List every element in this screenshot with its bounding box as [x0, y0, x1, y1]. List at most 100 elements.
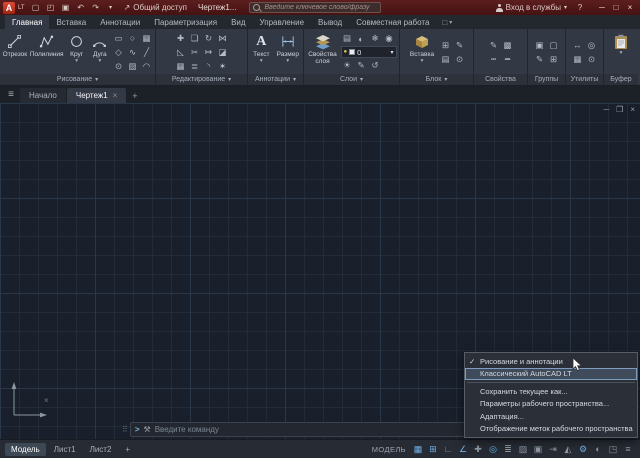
- group-icon[interactable]: ▣: [533, 39, 546, 52]
- selection-cycling-icon[interactable]: ▣: [531, 442, 545, 456]
- search-input[interactable]: [264, 4, 377, 11]
- ribbon-tab[interactable]: Совместная работа: [349, 15, 436, 29]
- open-icon[interactable]: ◰: [45, 2, 57, 14]
- tab-close-icon[interactable]: ×: [113, 91, 118, 100]
- point-tool-icon[interactable]: ⊙: [112, 60, 125, 73]
- array-tool-icon[interactable]: ▦: [174, 60, 187, 73]
- calculator-icon[interactable]: ▦: [571, 53, 584, 66]
- copy-tool-icon[interactable]: ❏: [188, 32, 201, 45]
- share-button[interactable]: ↗ Общий доступ: [120, 2, 191, 14]
- trim-tool-icon[interactable]: ✂: [188, 46, 201, 59]
- command-line[interactable]: ⠿ > ⚒: [122, 422, 470, 437]
- scale-tool-icon[interactable]: ◺: [174, 46, 187, 59]
- clean-screen-icon[interactable]: ◳: [606, 442, 620, 456]
- construction-line-tool-icon[interactable]: ╱: [140, 46, 153, 59]
- tab-start[interactable]: Начало: [20, 88, 66, 103]
- arc-button[interactable]: Дуга ▾: [90, 30, 110, 74]
- osnap-tracking-icon[interactable]: ✚: [471, 442, 485, 456]
- layer-match-icon[interactable]: ✎: [355, 59, 368, 72]
- draw-panel-label[interactable]: Рисование ▾: [0, 74, 155, 85]
- text-button[interactable]: A Текст ▾: [250, 30, 273, 74]
- move-tool-icon[interactable]: ✚: [174, 32, 187, 45]
- maximize-button[interactable]: □: [609, 1, 623, 14]
- stretch-tool-icon[interactable]: ↦: [202, 46, 215, 59]
- layer-previous-icon[interactable]: ↺: [369, 59, 382, 72]
- erase-tool-icon[interactable]: ◪: [216, 46, 229, 59]
- layer-properties-button[interactable]: Свойства слоя: [307, 30, 339, 74]
- close-button[interactable]: ×: [623, 1, 637, 14]
- customization-icon[interactable]: ≡: [621, 442, 635, 456]
- properties-panel-label[interactable]: Свойства: [474, 74, 527, 85]
- viewport-close-icon[interactable]: ×: [630, 105, 635, 114]
- workspace-gear-icon[interactable]: ⚙: [576, 442, 590, 456]
- new-drawing-icon[interactable]: ▢: [30, 2, 42, 14]
- match-properties-icon[interactable]: ✎: [487, 39, 500, 52]
- ribbon-tab[interactable]: Вид: [224, 15, 252, 29]
- quick-select-icon[interactable]: ◎: [585, 39, 598, 52]
- annotation-panel-label[interactable]: Аннотации ▾: [248, 74, 303, 85]
- save-icon[interactable]: ▣: [60, 2, 72, 14]
- polar-tracking-icon[interactable]: ∠: [456, 442, 470, 456]
- measure-icon[interactable]: ↔: [571, 39, 584, 52]
- explode-tool-icon[interactable]: ✶: [216, 60, 229, 73]
- spline-tool-icon[interactable]: ∿: [126, 46, 139, 59]
- groups-panel-label[interactable]: Группы: [528, 74, 565, 85]
- annotation-scale-icon[interactable]: ◭: [561, 442, 575, 456]
- polyline-button[interactable]: Полилиния: [30, 30, 64, 74]
- layer-freeze-icon[interactable]: ❄: [369, 32, 382, 45]
- qat-dropdown-icon[interactable]: ▾: [105, 2, 117, 14]
- signin-button[interactable]: Вход в службы ▾: [492, 2, 571, 14]
- dynamic-input-icon[interactable]: ⇥: [546, 442, 560, 456]
- create-block-icon[interactable]: ⊞: [439, 39, 452, 52]
- workspace-menu-action[interactable]: Отображение меток рабочего пространства: [465, 423, 637, 436]
- viewport-minimize-icon[interactable]: ─: [603, 105, 609, 114]
- layer-isolate-icon[interactable]: ◐: [355, 32, 368, 45]
- lineweight-control-icon[interactable]: ━: [501, 53, 514, 66]
- command-customize-icon[interactable]: ⚒: [144, 425, 151, 434]
- layer-lock-icon[interactable]: ◉: [383, 32, 396, 45]
- dimension-button[interactable]: Размер ▾: [275, 30, 301, 74]
- block-panel-label[interactable]: Блок ▾: [400, 74, 473, 85]
- workspace-menu-action[interactable]: Сохранить текущее как...: [465, 385, 637, 398]
- redo-icon[interactable]: ↷: [90, 2, 102, 14]
- mirror-tool-icon[interactable]: ⋈: [216, 32, 229, 45]
- layers-panel-label[interactable]: Слои ▾: [304, 74, 399, 85]
- grid-icon[interactable]: ▦: [411, 442, 425, 456]
- region-tool-icon[interactable]: ◠: [140, 60, 153, 73]
- circle-button[interactable]: Круг ▾: [66, 30, 88, 74]
- snap-icon[interactable]: ⊞: [426, 442, 440, 456]
- block-editor-icon[interactable]: ✎: [453, 39, 466, 52]
- clipboard-panel-label[interactable]: Буфер: [604, 74, 638, 85]
- linetype-control-icon[interactable]: ┅: [487, 53, 500, 66]
- new-drawing-tab-button[interactable]: +: [127, 88, 142, 103]
- file-tabs-menu-icon[interactable]: ≡: [2, 86, 20, 103]
- base-point-icon[interactable]: ⊙: [453, 53, 466, 66]
- fillet-tool-icon[interactable]: ◝: [202, 60, 215, 73]
- ellipse-tool-icon[interactable]: ○: [126, 32, 139, 45]
- workspace-menu-action[interactable]: Параметры рабочего пространства...: [465, 398, 637, 411]
- workspace-menu-item[interactable]: Рисование и аннотации: [465, 355, 637, 368]
- tab-drawing1[interactable]: Чертеж1 ×: [67, 88, 126, 103]
- group-edit-icon[interactable]: ✎: [533, 53, 546, 66]
- offset-tool-icon[interactable]: ≣: [188, 60, 201, 73]
- modify-panel-label[interactable]: Редактирование ▾: [156, 74, 247, 85]
- add-layout-button[interactable]: +: [119, 443, 136, 456]
- osnap-icon[interactable]: ◎: [486, 442, 500, 456]
- define-attribute-icon[interactable]: ▤: [439, 53, 452, 66]
- paste-button[interactable]: ▾: [608, 30, 634, 74]
- layer-state-icon[interactable]: ▤: [341, 32, 354, 45]
- rectangle-tool-icon[interactable]: ▭: [112, 32, 125, 45]
- ribbon-tab[interactable]: Управление: [253, 15, 311, 29]
- line-button[interactable]: Отрезок: [2, 30, 28, 74]
- isolate-objects-icon[interactable]: ◐: [591, 442, 605, 456]
- space-toggle-label[interactable]: МОДЕЛЬ: [372, 445, 406, 454]
- drawing-canvas[interactable]: ─ ❐ × × ⠿ > ⚒ Рисование и аннотации: [0, 103, 640, 439]
- ribbon-tab[interactable]: Главная: [5, 15, 49, 29]
- utilities-panel-label[interactable]: Утилиты: [566, 74, 603, 85]
- command-input[interactable]: [155, 425, 465, 434]
- ortho-icon[interactable]: ∟: [441, 442, 455, 456]
- minimize-button[interactable]: ─: [595, 1, 609, 14]
- ribbon-tab[interactable]: Вывод: [311, 15, 349, 29]
- workspace-menu-action[interactable]: Адаптация...: [465, 410, 637, 423]
- workspace-menu-item[interactable]: Классический AutoCAD LT: [465, 368, 637, 381]
